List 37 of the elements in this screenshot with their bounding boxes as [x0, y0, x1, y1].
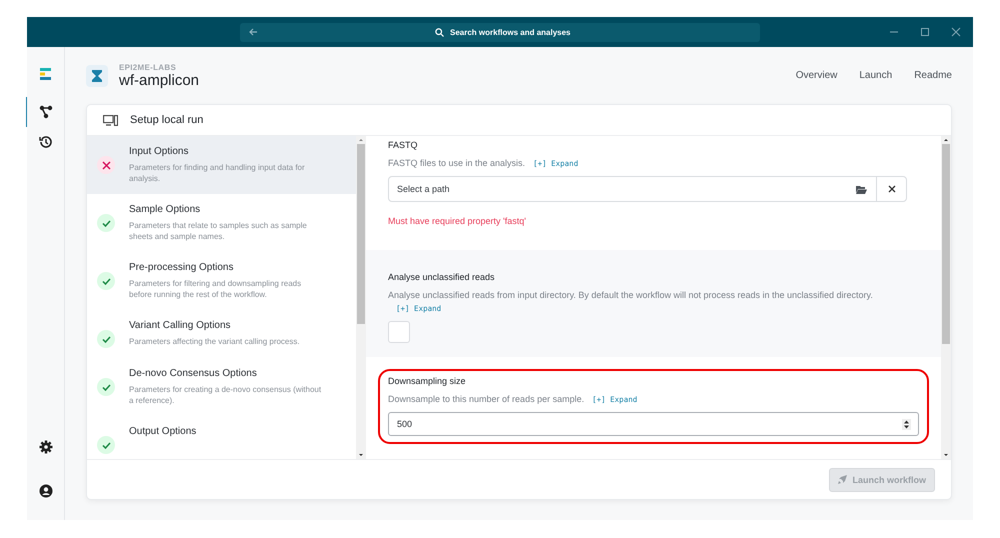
hourglass-icon [92, 70, 102, 82]
field-label: FASTQ [388, 140, 419, 150]
settings-icon[interactable] [38, 440, 52, 454]
error-message: Must have required property 'fastq' [388, 216, 528, 226]
scrollbar[interactable] [356, 136, 366, 459]
history-icon[interactable] [38, 135, 52, 149]
nav-link[interactable]: Launch [859, 70, 892, 81]
search-field[interactable]: Search workflows and analyses [240, 22, 760, 42]
scrollbar[interactable] [941, 136, 951, 459]
back-arrow-icon[interactable] [248, 27, 258, 37]
checkbox[interactable] [388, 321, 410, 343]
number-field[interactable]: 500 [388, 412, 919, 436]
nav-link[interactable]: Readme [914, 70, 952, 81]
workflow-icon[interactable] [39, 105, 53, 119]
close-icon [888, 185, 896, 193]
workflow-title: wf-amplicon [119, 72, 200, 88]
computer-icon [103, 114, 118, 126]
search-placeholder: Search workflows and analyses [450, 28, 570, 36]
search-icon [435, 28, 444, 36]
step-item[interactable]: Input Options Parameters for finding and handling input data for analysis. [87, 136, 356, 194]
maximize-icon[interactable] [920, 27, 930, 37]
account-icon[interactable] [38, 484, 52, 498]
number-input[interactable]: 500 [389, 418, 902, 430]
scroll-down-icon[interactable] [942, 451, 950, 459]
spinner-icon[interactable] [902, 418, 911, 430]
field-label: Analyse unclassified reads [388, 272, 496, 282]
path-input[interactable]: Select a path [389, 183, 846, 195]
folder-icon [856, 184, 866, 194]
card-title: Setup local run [130, 114, 204, 126]
field-label: Downsampling size [388, 376, 467, 386]
app-logo-icon[interactable] [38, 67, 52, 81]
organization-label: EPI2ME-LABS [119, 62, 178, 72]
scroll-down-icon[interactable] [357, 451, 365, 459]
close-icon[interactable] [951, 27, 961, 37]
nav-link[interactable]: Overview [796, 70, 838, 81]
path-field[interactable]: Select a path [388, 176, 907, 202]
rocket-icon [838, 475, 848, 484]
